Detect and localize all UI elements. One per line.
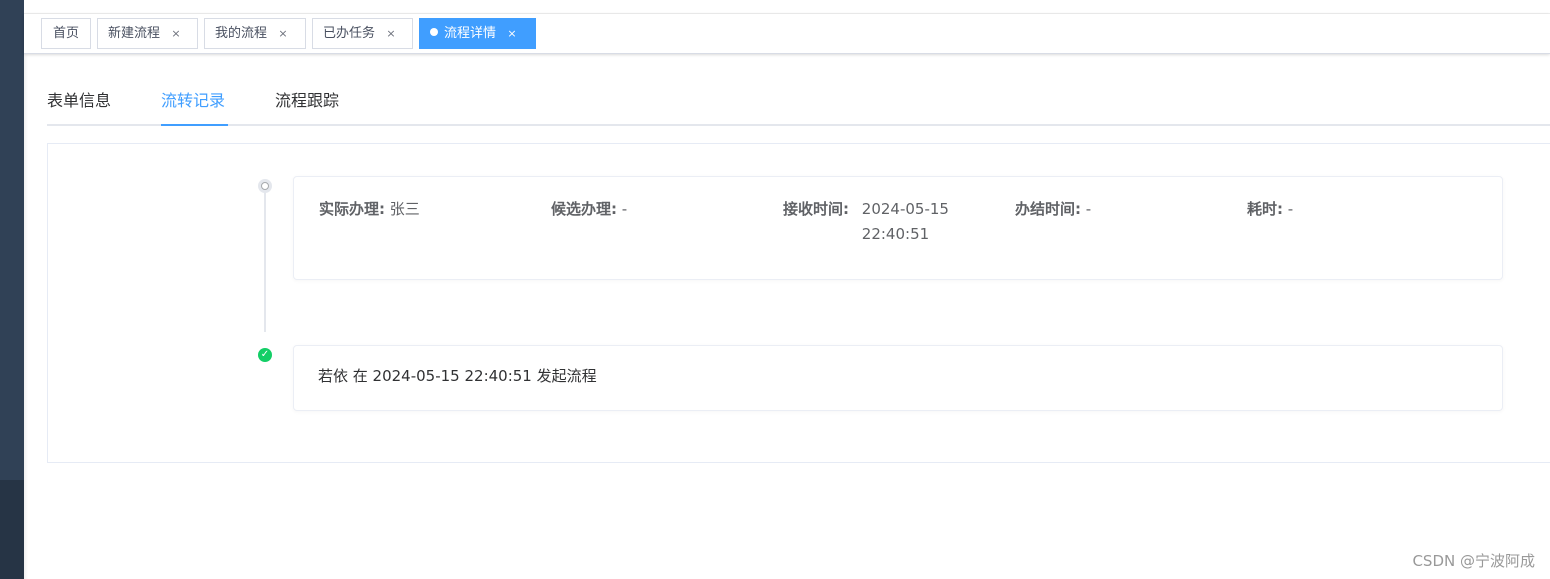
finish-time-value: - xyxy=(1085,200,1092,218)
timeline-node-task: 实际办理: 张三 候选办理: - 接收时间: 2024-05-15 22:40:… xyxy=(293,176,1503,280)
receive-time-value: 2024-05-15 22:40:51 xyxy=(862,197,962,247)
check-circle-icon: ✓ xyxy=(258,348,272,362)
receive-time-field: 接收时间: 2024-05-15 22:40:51 xyxy=(783,197,962,247)
active-dot-icon xyxy=(430,28,438,36)
sidebar-bottom xyxy=(0,480,24,579)
detail-tabs: 表单信息 流转记录 流程跟踪 xyxy=(47,78,1550,126)
tag-new-process[interactable]: 新建流程 × xyxy=(97,18,198,49)
close-icon[interactable]: × xyxy=(384,19,398,48)
watermark: CSDN @宁波阿成 xyxy=(1412,552,1535,570)
close-icon[interactable]: × xyxy=(169,19,183,48)
actual-handler-value: 张三 xyxy=(389,200,420,218)
timeline-node-start: 若依 在 2024-05-15 22:40:51 发起流程 xyxy=(293,345,1503,411)
flow-record-card: 实际办理: 张三 候选办理: - 接收时间: 2024-05-15 22:40:… xyxy=(47,143,1550,463)
sidebar xyxy=(0,0,24,579)
tag-my-process[interactable]: 我的流程 × xyxy=(204,18,306,49)
tag-label: 新建流程 xyxy=(108,26,161,41)
clock-icon xyxy=(258,179,272,193)
start-process-text: 若依 在 2024-05-15 22:40:51 发起流程 xyxy=(318,367,597,385)
close-icon[interactable]: × xyxy=(276,19,290,48)
tag-label: 我的流程 xyxy=(215,26,268,41)
tab-form-info[interactable]: 表单信息 xyxy=(47,90,111,126)
tab-flow-tracking[interactable]: 流程跟踪 xyxy=(275,90,339,126)
tag-label: 首页 xyxy=(53,26,80,41)
finish-time-field: 办结时间: - xyxy=(1015,197,1091,222)
tag-done-tasks[interactable]: 已办任务 × xyxy=(312,18,413,49)
receive-time-date: 2024-05-15 xyxy=(861,200,949,218)
tag-home[interactable]: 首页 xyxy=(41,18,91,49)
duration-value: - xyxy=(1287,200,1294,218)
tags-view: 首页 新建流程 × 我的流程 × 已办任务 × 流程详情 × xyxy=(24,14,1550,54)
receive-time-clock: 22:40:51 xyxy=(861,225,930,243)
candidate-field: 候选办理: - xyxy=(551,197,627,222)
candidate-label: 候选办理: xyxy=(551,200,617,218)
timeline-line xyxy=(264,184,266,332)
duration-label: 耗时: xyxy=(1247,200,1283,218)
finish-time-label: 办结时间: xyxy=(1015,200,1081,218)
duration-field: 耗时: - xyxy=(1247,197,1293,222)
navbar xyxy=(24,0,1550,14)
receive-time-label: 接收时间: xyxy=(783,200,849,218)
main-area: 首页 新建流程 × 我的流程 × 已办任务 × 流程详情 × 表单信息 流转记录 流程跟… xyxy=(24,0,1550,579)
tab-active-indicator xyxy=(161,124,228,126)
tab-flow-record[interactable]: 流转记录 xyxy=(161,90,225,126)
tag-label: 流程详情 xyxy=(444,26,497,41)
actual-handler-label: 实际办理: xyxy=(319,200,385,218)
candidate-value: - xyxy=(621,200,628,218)
actual-handler-field: 实际办理: 张三 xyxy=(319,197,420,222)
tag-process-detail[interactable]: 流程详情 × xyxy=(419,18,536,49)
tag-label: 已办任务 xyxy=(323,26,376,41)
close-icon[interactable]: × xyxy=(505,19,519,48)
